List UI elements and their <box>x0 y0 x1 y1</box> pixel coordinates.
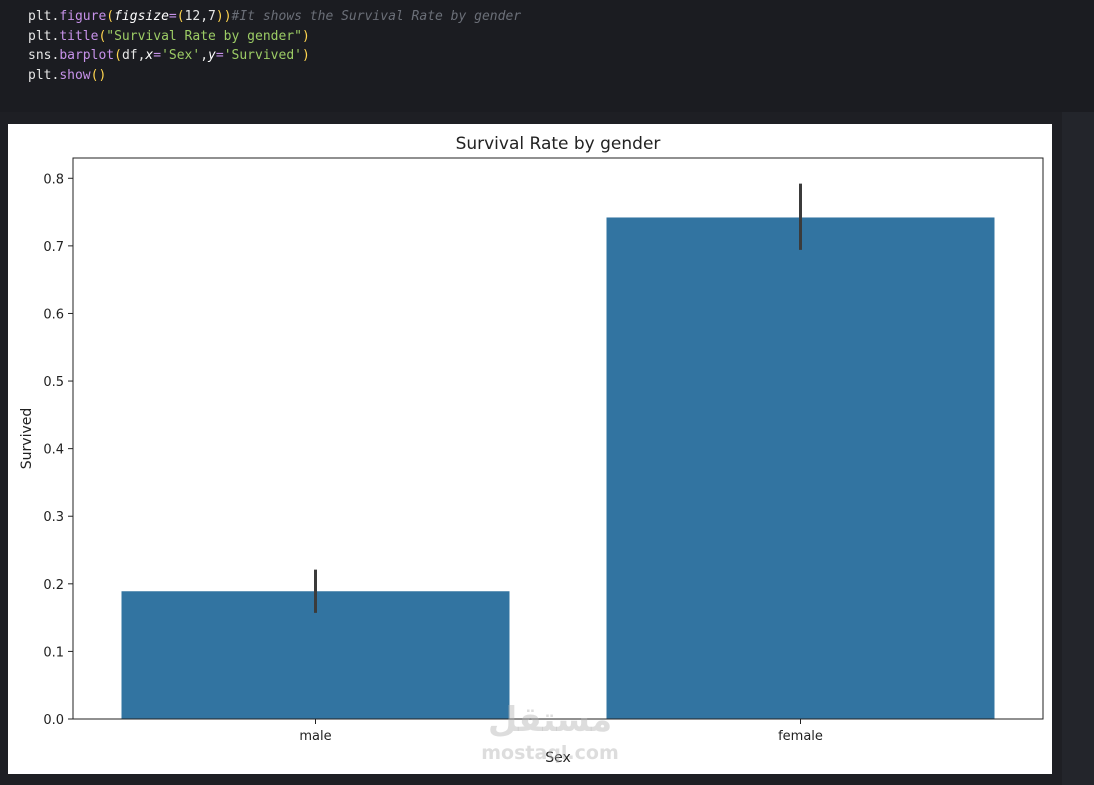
chart-title: Survival Rate by gender <box>456 134 661 154</box>
code-line-4: plt.show() <box>28 67 107 83</box>
y-tick-label: 0.4 <box>43 443 64 458</box>
x-tick-label: male <box>299 729 331 744</box>
figure-output: 0.0 0.1 0.2 0.3 0.4 0.5 0.6 0.7 0.8 male female S… <box>8 124 1052 774</box>
code-editor[interactable]: plt.figure(figsize=(12,7))#It shows the … <box>28 7 521 85</box>
code-line-3: sns.barplot(df,x='Sex',y='Survived') <box>28 48 310 63</box>
x-tick-label: female <box>778 729 823 744</box>
y-axis-ticks: 0.0 0.1 0.2 0.3 0.4 0.5 0.6 0.7 0.8 <box>43 172 73 728</box>
code-line-1: plt.figure(figsize=(12,7))#It shows the … <box>28 9 522 24</box>
code-cell[interactable]: plt.figure(figsize=(12,7))#It shows the … <box>0 0 1094 113</box>
y-axis-title: Survived <box>19 408 35 469</box>
bars-layer <box>121 217 995 719</box>
y-tick-label: 0.6 <box>43 307 64 322</box>
y-tick-label: 0.1 <box>43 645 64 660</box>
x-axis-ticks: male female <box>299 719 823 744</box>
code-line-2: plt.title("Survival Rate by gender") <box>28 28 310 44</box>
y-tick-label: 0.7 <box>43 240 64 255</box>
x-axis-title: Sex <box>545 750 571 766</box>
y-tick-label: 0.5 <box>43 375 64 390</box>
y-tick-label: 0.2 <box>43 578 64 593</box>
bar-female <box>606 217 995 719</box>
y-tick-label: 0.8 <box>43 172 64 187</box>
y-tick-label: 0.3 <box>43 510 64 525</box>
scrollbar-track[interactable] <box>1062 112 1094 785</box>
bar-chart: 0.0 0.1 0.2 0.3 0.4 0.5 0.6 0.7 0.8 male female S… <box>19 134 1044 766</box>
y-tick-label: 0.0 <box>43 713 64 728</box>
